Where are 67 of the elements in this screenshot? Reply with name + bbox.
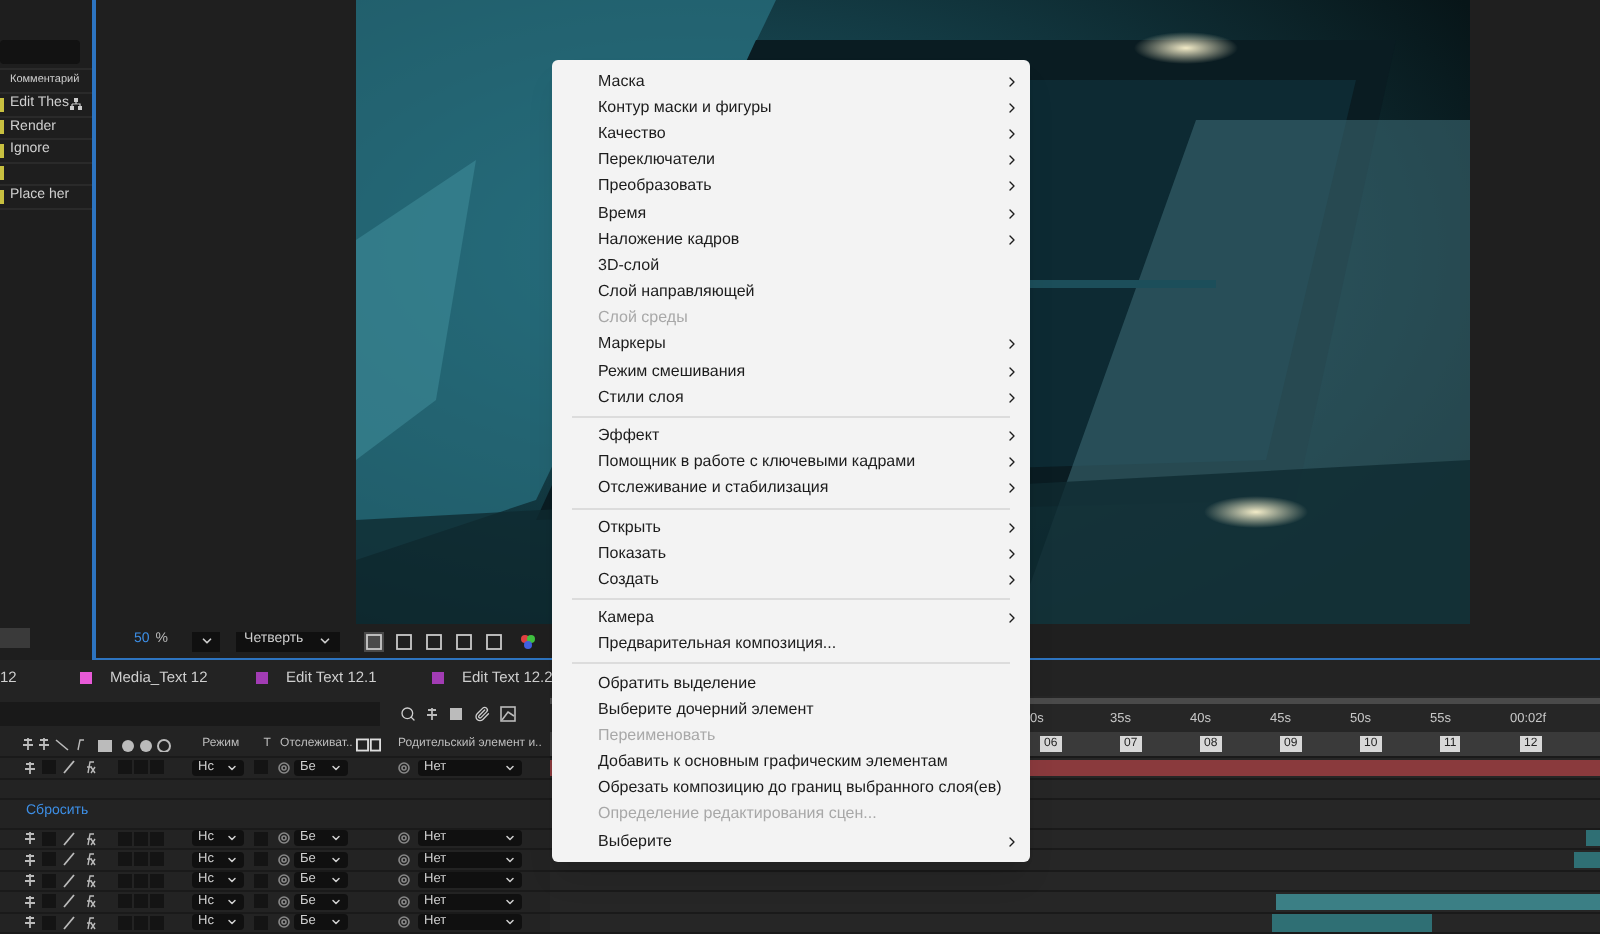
menu-item[interactable]: Добавить к основным графическим элементам	[552, 749, 1030, 776]
pin-icon	[38, 738, 51, 750]
menu-item[interactable]: Переключатели	[552, 147, 1030, 174]
fx-icon[interactable]	[82, 873, 96, 888]
menu-item[interactable]: Маркеры	[552, 331, 1030, 359]
fx-icon[interactable]	[82, 894, 96, 909]
fx-icon[interactable]	[82, 760, 96, 775]
clip-bar[interactable]	[1276, 893, 1600, 910]
menu-item[interactable]: Создать	[552, 566, 1030, 594]
menu-item[interactable]: Предварительная композиция...	[552, 631, 1030, 658]
menu-item[interactable]: Контур маски и фигуры	[552, 94, 1030, 121]
menu-item[interactable]: Маска	[552, 68, 1030, 95]
fx-icon[interactable]	[82, 831, 96, 846]
paperclip-icon[interactable]	[474, 706, 490, 722]
menu-item[interactable]: Режим смешивания	[552, 358, 1030, 385]
viewer-tool-icon[interactable]	[454, 631, 475, 652]
menu-item[interactable]: Показать	[552, 540, 1030, 567]
spiral-icon	[278, 761, 290, 774]
caret-icon	[330, 761, 342, 774]
menu-item[interactable]: Обрезать композицию до границ выбранного слоя(ев)	[552, 775, 1030, 802]
menu-item[interactable]: Отслеживание и стабилизация	[552, 475, 1030, 502]
menu-item[interactable]: Эффект	[552, 422, 1030, 450]
caret-icon	[199, 634, 214, 649]
graph-icon[interactable]	[500, 706, 516, 722]
menu-item[interactable]: Камера	[552, 605, 1030, 632]
zoom-dropdown[interactable]	[192, 631, 221, 652]
menu-item[interactable]: Открыть	[552, 514, 1030, 541]
menu-item[interactable]: Слой направляющей	[552, 279, 1030, 306]
fx-icon[interactable]	[82, 852, 96, 867]
viewer-tool-icon[interactable]	[424, 631, 445, 652]
menu-item[interactable]: Преобразовать	[552, 173, 1030, 200]
menu-item[interactable]: 3D-слой	[552, 252, 1030, 279]
search-icon[interactable]	[400, 706, 416, 722]
menu-item[interactable]: Помощник в работе с ключевыми кадрами	[552, 449, 1030, 476]
quality-slash-icon[interactable]	[62, 760, 76, 775]
fx-icon[interactable]	[82, 915, 96, 930]
chevron-right-icon	[1004, 610, 1020, 627]
scroll-bar[interactable]	[0, 628, 30, 649]
caret-icon	[504, 761, 516, 774]
caret-icon	[226, 761, 238, 774]
pin-icon	[24, 832, 36, 845]
viewer-tool-icon[interactable]	[484, 631, 505, 652]
pin-icon	[22, 738, 35, 750]
menu-item[interactable]: Время	[552, 199, 1030, 227]
hierarchy-icon	[70, 98, 83, 111]
pin-icon	[24, 895, 36, 908]
viewer-tool-icon[interactable]	[364, 631, 385, 652]
caret-icon	[318, 634, 333, 649]
switch-header-icon	[356, 737, 383, 751]
viewer-tool-icon[interactable]	[394, 631, 415, 652]
menu-item[interactable]: Выберите	[552, 828, 1030, 855]
pin-icon	[24, 874, 36, 887]
menu-item[interactable]: Наложение кадров	[552, 226, 1030, 253]
clip-bar[interactable]	[1574, 851, 1600, 868]
switch-icons-drawing	[54, 737, 175, 751]
spiral-icon	[398, 761, 410, 774]
clip-bar[interactable]	[1586, 830, 1600, 847]
menu-item[interactable]: Выберите дочерний элемент	[552, 696, 1030, 723]
pin-icon	[24, 761, 36, 774]
menu-item[interactable]: Стили слоя	[552, 384, 1030, 411]
pin-icon	[426, 708, 438, 720]
color-wheel-icon[interactable]	[520, 633, 537, 650]
pin-icon	[24, 853, 36, 866]
chevron-right-icon	[1004, 833, 1020, 850]
menu-item[interactable]: Обратить выделение	[552, 669, 1030, 697]
pin-icon	[24, 916, 36, 929]
menu-item[interactable]: Качество	[552, 120, 1030, 148]
